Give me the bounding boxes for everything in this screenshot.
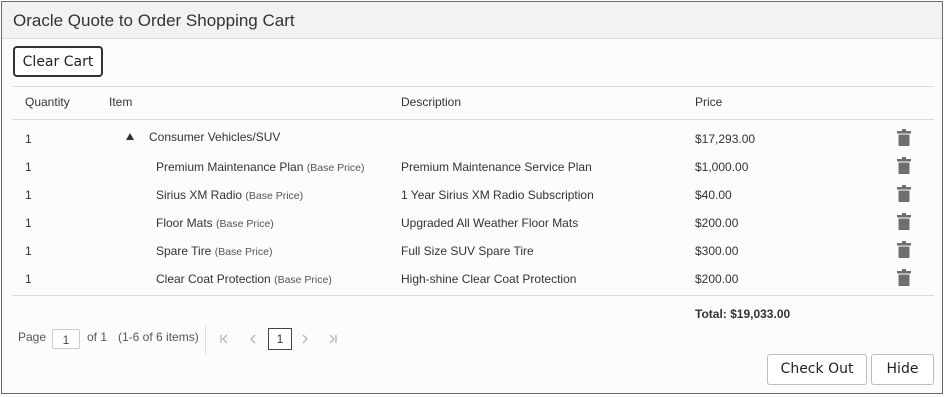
- clear-cart-button[interactable]: Clear Cart: [13, 46, 103, 77]
- hide-button[interactable]: Hide: [871, 354, 934, 385]
- pagination-divider: [205, 326, 206, 354]
- check-out-button[interactable]: Check Out: [767, 354, 867, 385]
- row-quantity: 1: [25, 272, 32, 286]
- next-page-icon[interactable]: [299, 333, 311, 345]
- previous-page-icon[interactable]: [247, 333, 259, 345]
- trash-icon[interactable]: [897, 157, 911, 174]
- row-item: Clear Coat Protection (Base Price): [156, 272, 332, 286]
- row-quantity: 1: [25, 132, 32, 146]
- dialog-title: Oracle Quote to Order Shopping Cart: [13, 11, 295, 30]
- row-item: Spare Tire (Base Price): [156, 244, 272, 258]
- trash-icon[interactable]: [897, 129, 911, 146]
- row-item-base-price: (Base Price): [274, 274, 332, 286]
- row-item-name: Premium Maintenance Plan: [156, 160, 304, 174]
- current-page-button[interactable]: 1: [268, 328, 292, 350]
- row-quantity: 1: [25, 244, 32, 258]
- row-price: $40.00: [695, 188, 732, 202]
- dialog-titlebar: Oracle Quote to Order Shopping Cart: [2, 2, 942, 39]
- row-item: Consumer Vehicles/SUV: [149, 130, 281, 144]
- row-item-base-price: (Base Price): [216, 218, 274, 230]
- trash-icon[interactable]: [897, 241, 911, 258]
- row-price: $300.00: [695, 244, 739, 258]
- row-price: $1,000.00: [695, 160, 749, 174]
- column-header-quantity[interactable]: Quantity: [25, 95, 70, 109]
- items-range-label: (1-6 of 6 items): [118, 330, 199, 344]
- page-of-label: of 1: [87, 330, 108, 344]
- row-item: Premium Maintenance Plan (Base Price): [156, 160, 365, 174]
- trash-icon[interactable]: [897, 269, 911, 286]
- footer-divider: [12, 295, 934, 296]
- row-item-base-price: (Base Price): [306, 162, 365, 174]
- trash-icon[interactable]: [897, 185, 911, 202]
- row-item: Floor Mats (Base Price): [156, 216, 274, 230]
- first-page-icon[interactable]: [219, 333, 231, 345]
- column-header-description[interactable]: Description: [401, 95, 461, 109]
- row-description: High-shine Clear Coat Protection: [401, 272, 577, 286]
- row-price: $200.00: [695, 216, 739, 230]
- collapse-caret-icon[interactable]: [126, 133, 134, 140]
- row-item-base-price: (Base Price): [214, 246, 273, 258]
- row-description: Upgraded All Weather Floor Mats: [401, 216, 579, 230]
- row-price: $200.00: [695, 272, 739, 286]
- row-description: Full Size SUV Spare Tire: [401, 244, 534, 258]
- row-description: 1 Year Sirius XM Radio Subscription: [401, 188, 594, 202]
- page-label: Page: [18, 330, 47, 344]
- row-quantity: 1: [25, 216, 32, 230]
- row-item-name: Spare Tire: [156, 244, 212, 258]
- cart-total: Total: $19,033.00: [695, 307, 791, 321]
- column-header-price[interactable]: Price: [695, 95, 722, 109]
- last-page-icon[interactable]: [326, 333, 338, 345]
- row-item-base-price: (Base Price): [245, 190, 304, 202]
- divider: [12, 86, 934, 87]
- header-divider: [12, 119, 934, 120]
- row-item-name: Clear Coat Protection: [156, 272, 271, 286]
- row-price: $17,293.00: [695, 132, 756, 146]
- row-item-name: Floor Mats: [156, 216, 213, 230]
- row-quantity: 1: [25, 188, 32, 202]
- row-item: Sirius XM Radio (Base Price): [156, 188, 303, 202]
- row-description: Premium Maintenance Service Plan: [401, 160, 592, 174]
- row-quantity: 1: [25, 160, 32, 174]
- trash-icon[interactable]: [897, 213, 911, 230]
- row-item-name: Sirius XM Radio: [156, 188, 243, 202]
- shopping-cart-dialog: Oracle Quote to Order Shopping Cart Clea…: [1, 1, 943, 394]
- page-number-input[interactable]: 1: [52, 329, 80, 349]
- column-header-item[interactable]: Item: [109, 95, 132, 109]
